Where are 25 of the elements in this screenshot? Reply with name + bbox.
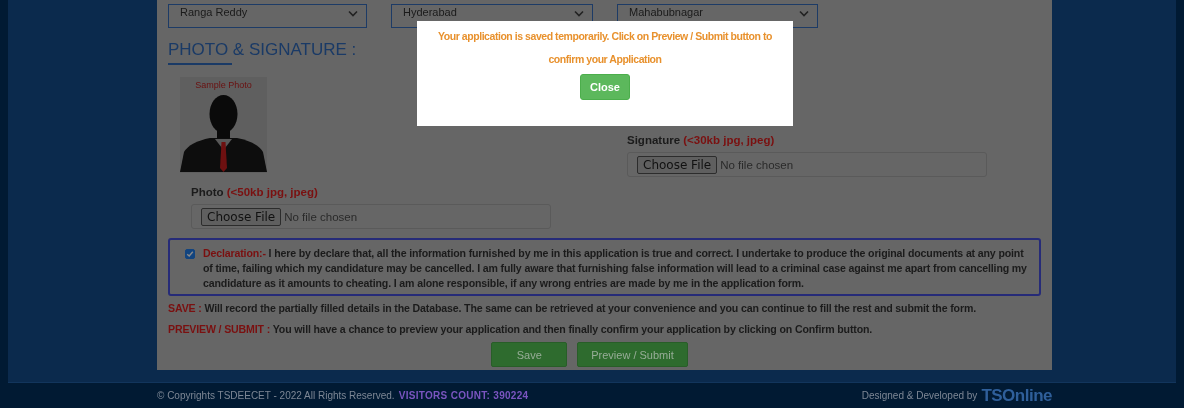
brand-logo[interactable]: TSOnline (981, 385, 1052, 406)
photo-caption: Sample Photo (195, 80, 252, 90)
preview-submit-button[interactable]: Preview / Submit (577, 342, 688, 367)
file-status-text: No file chosen (720, 158, 794, 171)
section-title: PHOTO & SIGNATURE : (168, 40, 357, 60)
field-label: Signature (<30kb jpg, jpeg) (627, 134, 776, 146)
district-select[interactable]: Ranga Reddy (168, 4, 367, 28)
file-input[interactable]: Choose File No file chosen (627, 152, 987, 177)
copyright-text: © Copyrights TSDEECET - 2022 All Rights Reserved. VISITORS COUNT: 390224 (157, 390, 529, 401)
file-input[interactable]: Choose File No file chosen (191, 204, 551, 229)
modal-message: Your application is saved temporarily. Click on Preview / Submit button to confirm your Application (437, 29, 773, 67)
note-text: PREVIEW / SUBMIT : You will have a chance to preview your application and then finally confirm your application by clicking on Confirm button. (168, 323, 874, 335)
chevron-down-icon (348, 10, 358, 17)
choose-file-button[interactable]: Choose File (637, 155, 718, 174)
close-button[interactable]: Close (580, 74, 630, 100)
choose-file-button[interactable]: Choose File (201, 207, 282, 226)
file-status-text: No file chosen (284, 210, 358, 223)
declaration-text: Declaration:- I here by declare that, all the information furnished by me in this application is true and correct. I undertake to produce the original documents at any point of time, failing which my candidature may be cancelled. I am fully aware that furnishing false information will lead to a criminal case against me apart from cancelling my candidature as it amounts to cheating. I am alone responsible, if any wrong entries are made by me in the application form. (203, 246, 1028, 291)
chevron-down-icon (799, 10, 809, 17)
note-text: SAVE : Will record the partially filled details in the Database. The same can be retrieved at your convenience and you can continue to fill the rest and submit the form. (168, 302, 977, 314)
declaration-checkbox[interactable] (185, 249, 195, 259)
field-label: Photo (<50kb jpg, jpeg) (191, 186, 319, 198)
chevron-down-icon (574, 10, 584, 17)
credit-text: Designed & Developed by (861, 390, 978, 401)
save-button[interactable]: Save (491, 342, 568, 367)
